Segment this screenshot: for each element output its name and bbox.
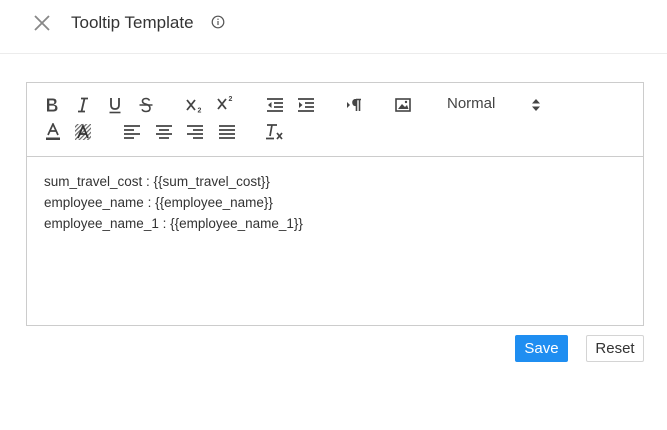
underline-icon[interactable] — [104, 94, 126, 116]
rich-text-editor: 2 2 Normal sum_travel_cost: {{sum_trave… — [26, 82, 644, 326]
save-button[interactable]: Save — [515, 335, 568, 362]
editor-line: employee_name : {{employee_name}} — [44, 195, 273, 210]
svg-text:2: 2 — [229, 96, 233, 103]
close-icon[interactable] — [31, 12, 53, 34]
editor-content[interactable]: sum_travel_cost : {{sum_travel_cost}} em… — [27, 157, 643, 325]
dialog-header: Tooltip Template — [0, 0, 667, 54]
align-justify-icon[interactable] — [216, 121, 238, 143]
align-right-icon[interactable] — [184, 121, 206, 143]
clear-format-icon[interactable] — [264, 121, 286, 143]
superscript-icon[interactable]: 2 — [215, 92, 237, 114]
bold-icon[interactable] — [41, 94, 63, 116]
strikethrough-icon[interactable] — [135, 94, 157, 116]
italic-icon[interactable] — [72, 94, 94, 116]
indent-increase-icon[interactable] — [295, 94, 317, 116]
reset-button[interactable]: Reset — [586, 335, 644, 362]
subscript-icon[interactable]: 2 — [184, 94, 206, 116]
text-color-icon[interactable] — [42, 121, 64, 143]
image-icon[interactable] — [392, 94, 414, 116]
dialog-title: Tooltip Template — [71, 13, 194, 32]
editor-line: employee_name_1 : {{employee_name_1}} — [44, 216, 303, 231]
align-left-icon[interactable] — [121, 121, 143, 143]
editor-toolbar: 2 2 Normal — [27, 83, 643, 157]
editor-line: sum_travel_cost : {{sum_travel_cost}} — [44, 174, 270, 189]
indent-decrease-icon[interactable] — [264, 94, 286, 116]
background-color-icon[interactable] — [72, 121, 94, 143]
align-center-icon[interactable] — [153, 121, 175, 143]
info-icon — [211, 15, 225, 29]
header-format-select[interactable]: Normal — [445, 93, 545, 115]
select-arrows-icon — [531, 98, 541, 117]
header-format-label: Normal — [447, 95, 496, 112]
text-direction-icon[interactable] — [344, 94, 366, 116]
svg-text:2: 2 — [198, 108, 202, 115]
